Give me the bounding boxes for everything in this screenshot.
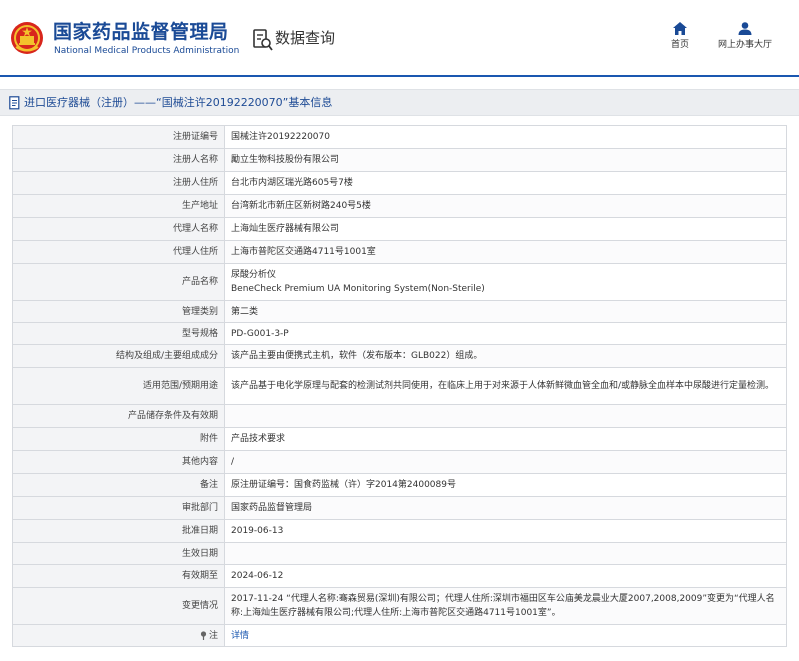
field-label-note: 注 bbox=[12, 624, 225, 647]
field-value: 详情 bbox=[224, 624, 787, 647]
table-row: 注册证编号 国械注许20192220070 bbox=[12, 125, 787, 149]
data-query-icon bbox=[253, 29, 273, 51]
table-row: 变更情况 2017-11-24 “代理人名称:骞森贸易(深圳)有限公司；代理人住… bbox=[12, 587, 787, 625]
field-label: 代理人名称 bbox=[12, 217, 225, 241]
table-row: 适用范围/预期用途 该产品基于电化学原理与配套的检测试剂共同使用，在临床上用于对… bbox=[12, 367, 787, 405]
field-value: 该产品主要由便携式主机，软件（发布版本：GLB022）组成。 bbox=[224, 344, 787, 368]
pin-icon bbox=[200, 630, 207, 640]
table-row: 产品储存条件及有效期 bbox=[12, 404, 787, 428]
field-value: 产品技术要求 bbox=[224, 427, 787, 451]
field-label: 附件 bbox=[12, 427, 225, 451]
home-icon bbox=[673, 22, 687, 35]
field-label: 批准日期 bbox=[12, 519, 225, 543]
field-value: 原注册证编号：国食药监械（许）字2014第2400089号 bbox=[224, 473, 787, 497]
table-row: 审批部门 国家药品监督管理局 bbox=[12, 496, 787, 520]
detail-table: 注册证编号 国械注许20192220070 注册人名称 勵立生物科技股份有限公司… bbox=[12, 125, 787, 647]
table-row: 注 详情 bbox=[12, 624, 787, 647]
table-row: 备注 原注册证编号：国食药监械（许）字2014第2400089号 bbox=[12, 473, 787, 497]
field-label: 注册人住所 bbox=[12, 171, 225, 195]
nav-home[interactable]: 首页 bbox=[665, 22, 695, 51]
table-row: 注册人名称 勵立生物科技股份有限公司 bbox=[12, 148, 787, 172]
nav-home-label: 首页 bbox=[670, 40, 689, 50]
field-label: 适用范围/预期用途 bbox=[12, 367, 225, 405]
field-value: 勵立生物科技股份有限公司 bbox=[224, 148, 787, 172]
table-row: 代理人住所 上海市普陀区交通路4711号1001室 bbox=[12, 240, 787, 264]
page-section-title: 数据查询 bbox=[275, 29, 336, 47]
field-label: 生产地址 bbox=[12, 194, 225, 218]
field-label: 产品储存条件及有效期 bbox=[12, 404, 225, 428]
field-label: 备注 bbox=[12, 473, 225, 497]
nav-online-service[interactable]: 网上办事大厅 bbox=[716, 22, 774, 51]
field-label: 型号规格 bbox=[12, 322, 225, 345]
field-value: PD-G001-3-P bbox=[224, 322, 787, 345]
field-value: 上海灿生医疗器械有限公司 bbox=[224, 217, 787, 241]
site-header: 国家药品监督管理局 National Medical Products Admi… bbox=[0, 0, 799, 76]
table-row: 生效日期 bbox=[12, 542, 787, 565]
field-label: 结构及组成/主要组成成分 bbox=[12, 344, 225, 368]
field-value: / bbox=[224, 450, 787, 474]
field-label: 管理类别 bbox=[12, 300, 225, 323]
table-row: 其他内容 / bbox=[12, 450, 787, 474]
table-row: 批准日期 2019-06-13 bbox=[12, 519, 787, 543]
field-value: 第二类 bbox=[224, 300, 787, 323]
field-value: 2017-11-24 “代理人名称:骞森贸易(深圳)有限公司；代理人住所:深圳市… bbox=[224, 587, 787, 625]
table-row: 代理人名称 上海灿生医疗器械有限公司 bbox=[12, 217, 787, 241]
national-emblem-icon bbox=[11, 22, 43, 54]
field-label: 代理人住所 bbox=[12, 240, 225, 264]
field-value: 2024-06-12 bbox=[224, 564, 787, 588]
table-row: 型号规格 PD-G001-3-P bbox=[12, 322, 787, 345]
field-value: 尿酸分析仪 BeneCheck Premium UA Monitoring Sy… bbox=[224, 263, 787, 301]
field-label: 审批部门 bbox=[12, 496, 225, 520]
field-value bbox=[224, 404, 787, 428]
field-value: 台北市内湖区瑞光路605号7楼 bbox=[224, 171, 787, 195]
breadcrumb: 进口医疗器械（注册）——“国械注许20192220070”基本信息 bbox=[0, 89, 799, 116]
nav-online-service-label: 网上办事大厅 bbox=[717, 40, 772, 50]
field-label: 变更情况 bbox=[12, 587, 225, 625]
field-label: 产品名称 bbox=[12, 263, 225, 301]
table-row: 附件 产品技术要求 bbox=[12, 427, 787, 451]
field-label: 注册人名称 bbox=[12, 148, 225, 172]
product-name-en: BeneCheck Premium UA Monitoring System(N… bbox=[231, 284, 485, 294]
field-value: 国家药品监督管理局 bbox=[224, 496, 787, 520]
table-row: 生产地址 台湾新北市新庄区新树路240号5楼 bbox=[12, 194, 787, 218]
header-divider bbox=[0, 75, 799, 77]
document-icon bbox=[9, 96, 20, 110]
field-value: 上海市普陀区交通路4711号1001室 bbox=[224, 240, 787, 264]
product-name-cn: 尿酸分析仪 bbox=[231, 270, 277, 280]
field-label: 生效日期 bbox=[12, 542, 225, 565]
site-title[interactable]: 国家药品监督管理局 bbox=[53, 21, 229, 43]
field-value bbox=[224, 542, 787, 565]
breadcrumb-text: 进口医疗器械（注册）——“国械注许20192220070”基本信息 bbox=[24, 96, 333, 109]
field-value: 台湾新北市新庄区新树路240号5楼 bbox=[224, 194, 787, 218]
user-icon bbox=[738, 22, 752, 35]
details-link[interactable]: 详情 bbox=[231, 631, 249, 641]
field-label: 有效期至 bbox=[12, 564, 225, 588]
table-row: 注册人住所 台北市内湖区瑞光路605号7楼 bbox=[12, 171, 787, 195]
table-row: 结构及组成/主要组成成分 该产品主要由便携式主机，软件（发布版本：GLB022）… bbox=[12, 344, 787, 368]
field-value: 2019-06-13 bbox=[224, 519, 787, 543]
field-label: 注册证编号 bbox=[12, 125, 225, 149]
table-row: 产品名称 尿酸分析仪 BeneCheck Premium UA Monitori… bbox=[12, 263, 787, 301]
table-row: 管理类别 第二类 bbox=[12, 300, 787, 323]
field-label: 其他内容 bbox=[12, 450, 225, 474]
field-value: 该产品基于电化学原理与配套的检测试剂共同使用，在临床上用于对来源于人体新鲜微血管… bbox=[224, 367, 787, 405]
field-value: 国械注许20192220070 bbox=[224, 125, 787, 149]
site-subtitle-en: National Medical Products Administration bbox=[54, 46, 240, 56]
table-row: 有效期至 2024-06-12 bbox=[12, 564, 787, 588]
note-label: 注 bbox=[208, 630, 218, 641]
